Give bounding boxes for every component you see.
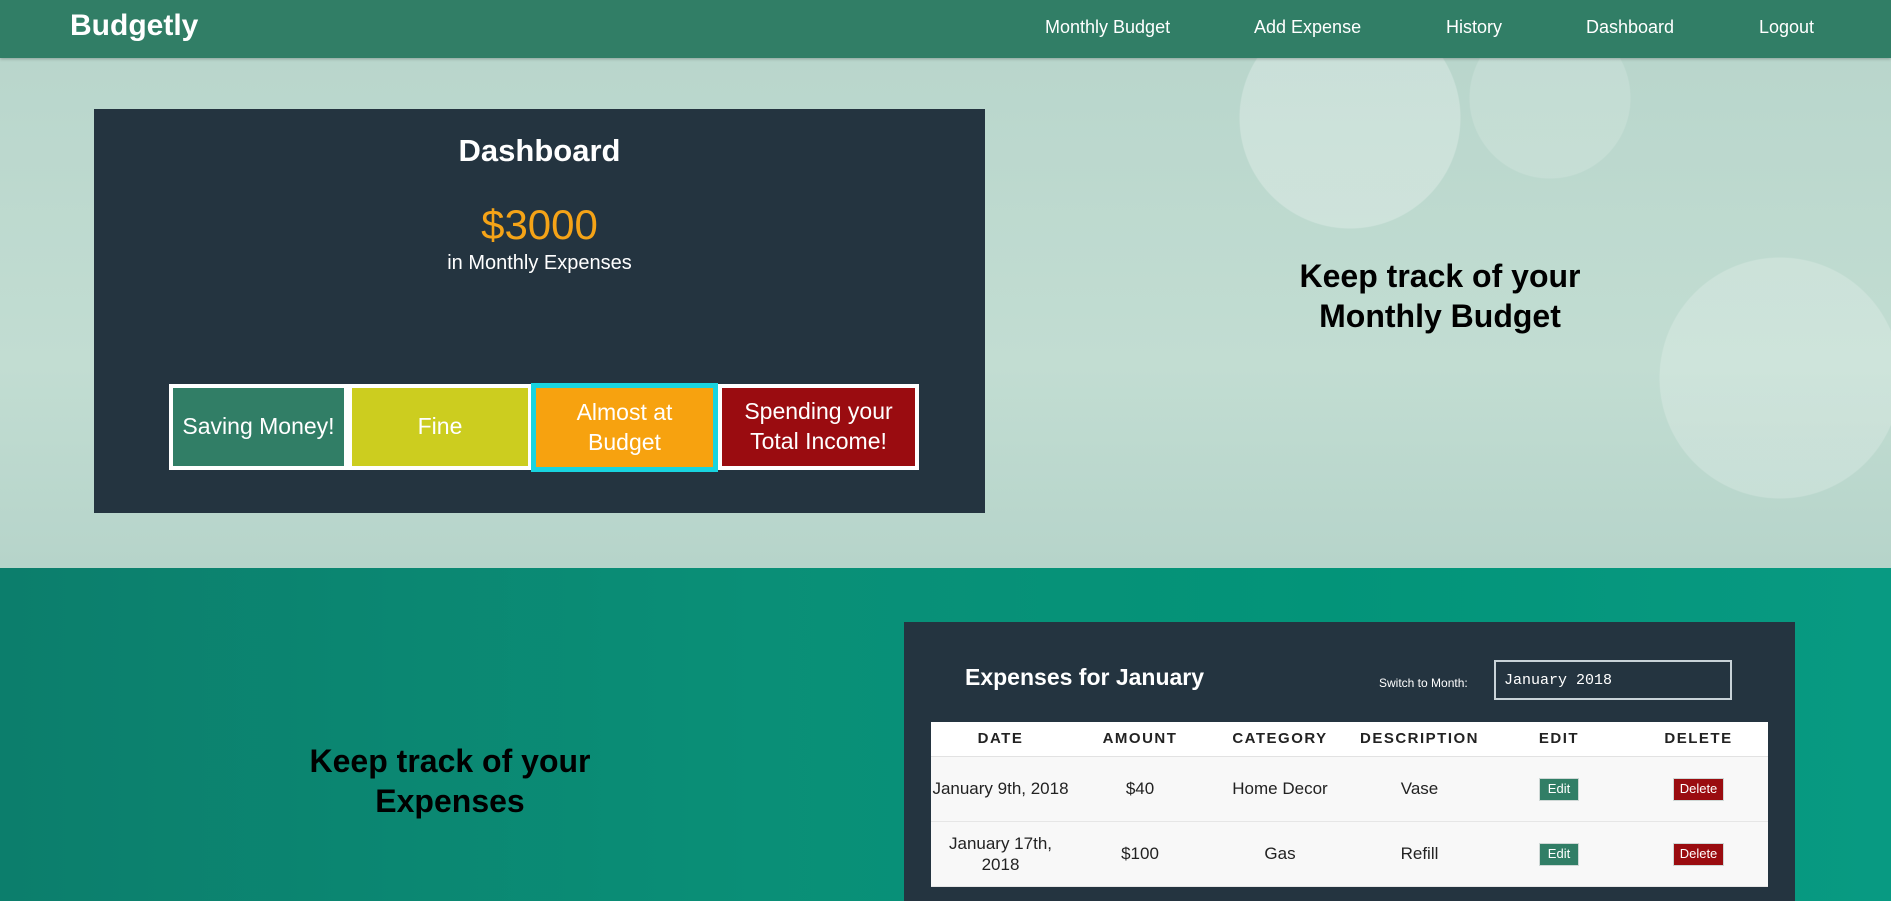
hero-budget-section: Dashboard $3000 in Monthly Expenses Savi… [0, 58, 1891, 568]
cell-edit: Edit [1489, 842, 1629, 866]
cell-amount: $100 [1121, 844, 1159, 864]
status-almost-at-budget: Almost at Budget [531, 383, 718, 472]
monthly-expense-amount: $3000 [481, 201, 598, 248]
status-spending-total-income: Spending your Total Income! [718, 384, 919, 470]
cell-delete: Delete [1629, 777, 1768, 801]
column-header-amount: AMOUNT [1102, 729, 1178, 747]
table-header: DATE AMOUNT CATEGORY DESCRIPTION EDIT DE… [931, 722, 1768, 757]
table-row: January 17th, 2018 $100 Gas Refill Edit … [931, 822, 1768, 887]
status-fine: Fine [348, 384, 532, 470]
nav-logout[interactable]: Logout [1759, 17, 1814, 38]
status-label: Saving Money! [182, 413, 335, 440]
cell-description: Vase [1400, 779, 1439, 799]
delete-button[interactable]: Delete [1672, 778, 1725, 801]
cell-amount: $40 [1125, 779, 1155, 799]
month-select-input[interactable] [1494, 660, 1732, 700]
status-label: Fine [417, 413, 463, 440]
budget-tagline: Keep track of your Monthly Budget [1299, 258, 1581, 334]
switch-month-label: Switch to Month: [1379, 676, 1468, 690]
column-header-date: DATE [977, 729, 1024, 747]
cell-category: Home Decor [1232, 779, 1328, 799]
status-saving-money: Saving Money! [169, 384, 348, 470]
brand-logo[interactable]: Budgetly [70, 9, 198, 43]
dashboard-card: Dashboard $3000 in Monthly Expenses Savi… [94, 109, 985, 513]
table-row: January 9th, 2018 $40 Home Decor Vase Ed… [931, 757, 1768, 822]
status-label: Almost at Budget [576, 398, 673, 455]
expenses-card: Expenses for January Switch to Month: DA… [904, 622, 1795, 901]
delete-button[interactable]: Delete [1672, 843, 1725, 866]
expenses-tagline: Keep track of your Expenses [309, 743, 591, 819]
expenses-table: DATE AMOUNT CATEGORY DESCRIPTION EDIT DE… [931, 722, 1768, 887]
nav-history[interactable]: History [1446, 17, 1502, 38]
nav-dashboard[interactable]: Dashboard [1586, 17, 1674, 38]
nav-add-expense[interactable]: Add Expense [1254, 17, 1361, 38]
column-header-category: CATEGORY [1232, 729, 1328, 747]
column-header-delete: DELETE [1664, 729, 1733, 747]
nav-monthly-budget[interactable]: Monthly Budget [1045, 17, 1170, 38]
cell-description: Refill [1400, 844, 1439, 864]
cell-delete: Delete [1629, 842, 1768, 866]
edit-button[interactable]: Edit [1538, 778, 1580, 801]
dashboard-title: Dashboard [458, 133, 621, 168]
monthly-expense-label: in Monthly Expenses [447, 252, 632, 274]
navbar: Budgetly Monthly Budget Add Expense Hist… [0, 0, 1891, 58]
column-header-edit: EDIT [1538, 729, 1580, 747]
expenses-section: Keep track of your Expenses Expenses for… [0, 568, 1891, 901]
column-header-description: DESCRIPTION [1359, 729, 1479, 747]
cell-date: January 17th, 2018 [948, 833, 1052, 874]
edit-button[interactable]: Edit [1538, 843, 1580, 866]
expenses-title: Expenses for January [965, 664, 1205, 690]
cell-date: January 9th, 2018 [932, 779, 1069, 799]
cell-edit: Edit [1489, 777, 1629, 801]
cell-category: Gas [1264, 844, 1296, 864]
status-label: Spending your Total Income! [744, 398, 893, 454]
